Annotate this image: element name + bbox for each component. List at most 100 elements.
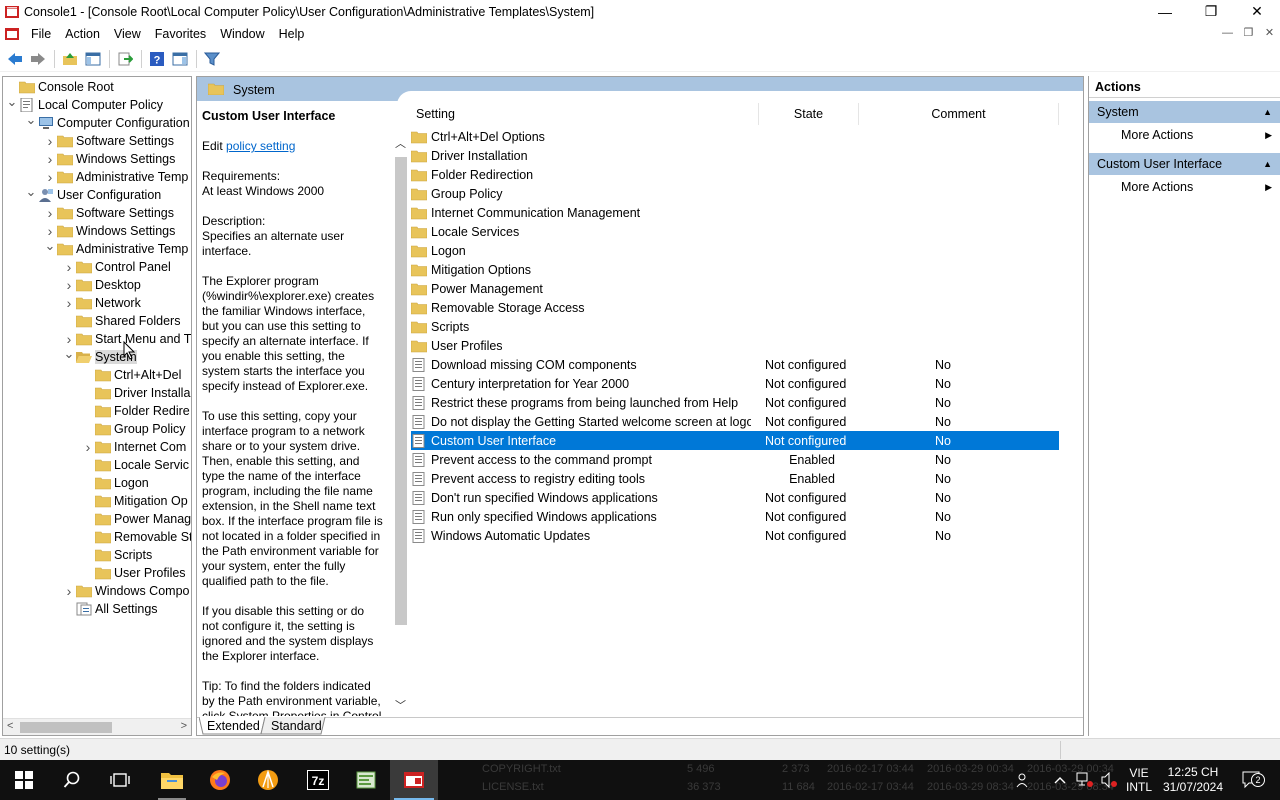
tree-node[interactable]: › Software Settings [43,204,174,222]
category-row[interactable]: User Profiles [411,336,1059,355]
collapse-chevron-icon[interactable]: ⌄ [24,112,38,127]
taskbar-7zip[interactable]: 7z [294,760,342,800]
network-tray[interactable] [1074,760,1096,800]
tree-node[interactable]: Logon [81,474,149,492]
tree-node[interactable]: ⌄ Computer Configuration [24,112,190,132]
column-comment[interactable]: Comment [859,103,1059,125]
tree-node[interactable]: › Administrative Temp [43,168,189,186]
description-vertical-scrollbar[interactable]: ︿ ﹀ [393,133,409,713]
mdi-close-icon[interactable]: ✕ [1259,23,1280,44]
back-icon[interactable] [4,48,26,70]
scroll-right-icon[interactable]: > [181,720,187,732]
task-view-button[interactable] [96,760,144,800]
collapse-chevron-icon[interactable]: ⌄ [5,94,19,109]
scroll-down-icon[interactable]: ﹀ [395,697,406,713]
mmc-document-icon[interactable] [4,26,20,42]
collapse-icon[interactable]: ▲ [1263,153,1272,175]
menu-action[interactable]: Action [58,27,107,41]
actions-section-custom-user-interface[interactable]: Custom User Interface ▲ [1089,153,1280,175]
setting-row[interactable]: Windows Automatic Updates Not configured N… [411,526,1059,545]
setting-row[interactable]: Do not display the Getting Started welco… [411,412,1059,431]
tree-node[interactable]: › Software Settings [43,132,174,150]
expand-chevron-icon[interactable]: › [62,277,76,293]
taskbar-file-explorer[interactable] [148,760,196,800]
minimize-button[interactable]: — [1142,0,1188,23]
tab-standard[interactable]: Standard [271,719,322,733]
tree-node[interactable]: › Windows Settings [43,150,176,168]
expand-chevron-icon[interactable]: › [43,151,57,167]
setting-row[interactable]: Custom User Interface Not configured No [411,431,1059,450]
scroll-thumb[interactable] [20,722,112,733]
setting-row[interactable]: Don't run specified Windows applications… [411,488,1059,507]
collapse-icon[interactable]: ▲ [1263,101,1272,123]
tree-node[interactable]: › Windows Compo [62,582,190,600]
column-setting[interactable]: Setting [409,103,759,125]
tree-node[interactable]: Shared Folders [62,312,180,330]
tree-node[interactable]: Console Root [5,78,114,96]
taskbar-app-orange[interactable] [244,760,292,800]
category-row[interactable]: Ctrl+Alt+Del Options [411,127,1059,146]
tab-extended[interactable]: Extended [207,719,260,733]
show-hidden-icons[interactable] [1050,760,1070,800]
category-row[interactable]: Locale Services [411,222,1059,241]
category-row[interactable]: Removable Storage Access [411,298,1059,317]
collapse-chevron-icon[interactable]: ⌄ [62,346,76,361]
category-row[interactable]: Scripts [411,317,1059,336]
filter-icon[interactable] [201,48,223,70]
setting-row[interactable]: Restrict these programs from being launc… [411,393,1059,412]
tree-node[interactable]: ⌄ User Configuration [24,184,161,204]
expand-chevron-icon[interactable]: › [62,583,76,599]
setting-row[interactable]: Run only specified Windows applications N… [411,507,1059,526]
mdi-minimize-icon[interactable]: — [1217,23,1238,44]
tree-node[interactable]: Driver Installa [81,384,190,402]
category-row[interactable]: Logon [411,241,1059,260]
tree-horizontal-scrollbar[interactable]: < > [3,718,191,735]
action-center[interactable]: 2 [1232,760,1272,800]
expand-chevron-icon[interactable]: › [62,259,76,275]
tree-node[interactable]: Mitigation Op [81,492,188,510]
menu-window[interactable]: Window [213,27,271,41]
maximize-button[interactable]: ❐ [1188,0,1234,23]
edit-policy-setting-link[interactable]: policy setting [226,139,295,153]
taskbar-firefox[interactable] [196,760,244,800]
expand-chevron-icon[interactable]: › [43,169,57,185]
tree-node[interactable]: › Windows Settings [43,222,176,240]
tree-node[interactable]: Locale Servic [81,456,189,474]
menu-view[interactable]: View [107,27,148,41]
console-tree[interactable]: Console Root ⌄ Local Computer Policy ⌄ Compu… [2,76,192,736]
menu-help[interactable]: Help [272,27,312,41]
menu-favorites[interactable]: Favorites [148,27,213,41]
tree-node[interactable]: User Profiles [81,564,186,582]
more-actions-custom-user-interface[interactable]: More Actions ▶ [1089,175,1280,199]
setting-row[interactable]: Century interpretation for Year 2000 Not … [411,374,1059,393]
expand-chevron-icon[interactable]: › [43,223,57,239]
tree-node[interactable]: All Settings [62,600,158,618]
column-state[interactable]: State [759,103,859,125]
volume-tray[interactable] [1098,760,1120,800]
expand-chevron-icon[interactable]: › [43,133,57,149]
collapse-chevron-icon[interactable]: ⌄ [24,184,38,199]
taskbar-mmc[interactable] [390,760,438,800]
expand-chevron-icon[interactable]: › [81,439,95,455]
clock[interactable]: 12:25 CH 31/07/2024 [1158,760,1228,800]
setting-row[interactable]: Prevent access to registry editing tools… [411,469,1059,488]
expand-chevron-icon[interactable]: › [62,331,76,347]
menu-file[interactable]: File [24,27,58,41]
scroll-up-icon[interactable]: ︿ [395,135,406,151]
tree-node[interactable]: Folder Redire [81,402,190,420]
tree-node[interactable]: ⌄ Administrative Temp [43,238,189,258]
category-row[interactable]: Folder Redirection [411,165,1059,184]
tree-node[interactable]: › Internet Com [81,438,187,456]
show-hide-action-pane-icon[interactable] [169,48,191,70]
collapse-chevron-icon[interactable]: ⌄ [43,238,57,253]
category-row[interactable]: Internet Communication Management [411,203,1059,222]
help-icon[interactable]: ? [146,48,168,70]
close-button[interactable]: ✕ [1234,0,1280,23]
export-list-icon[interactable] [114,48,136,70]
mmc-app-icon[interactable] [4,4,20,20]
mdi-restore-icon[interactable]: ❐ [1238,23,1259,44]
setting-row[interactable]: Download missing COM components Not confi… [411,355,1059,374]
tree-node[interactable]: › Control Panel [62,258,171,276]
category-row[interactable]: Group Policy [411,184,1059,203]
input-language[interactable]: VIE INTL [1122,760,1156,800]
